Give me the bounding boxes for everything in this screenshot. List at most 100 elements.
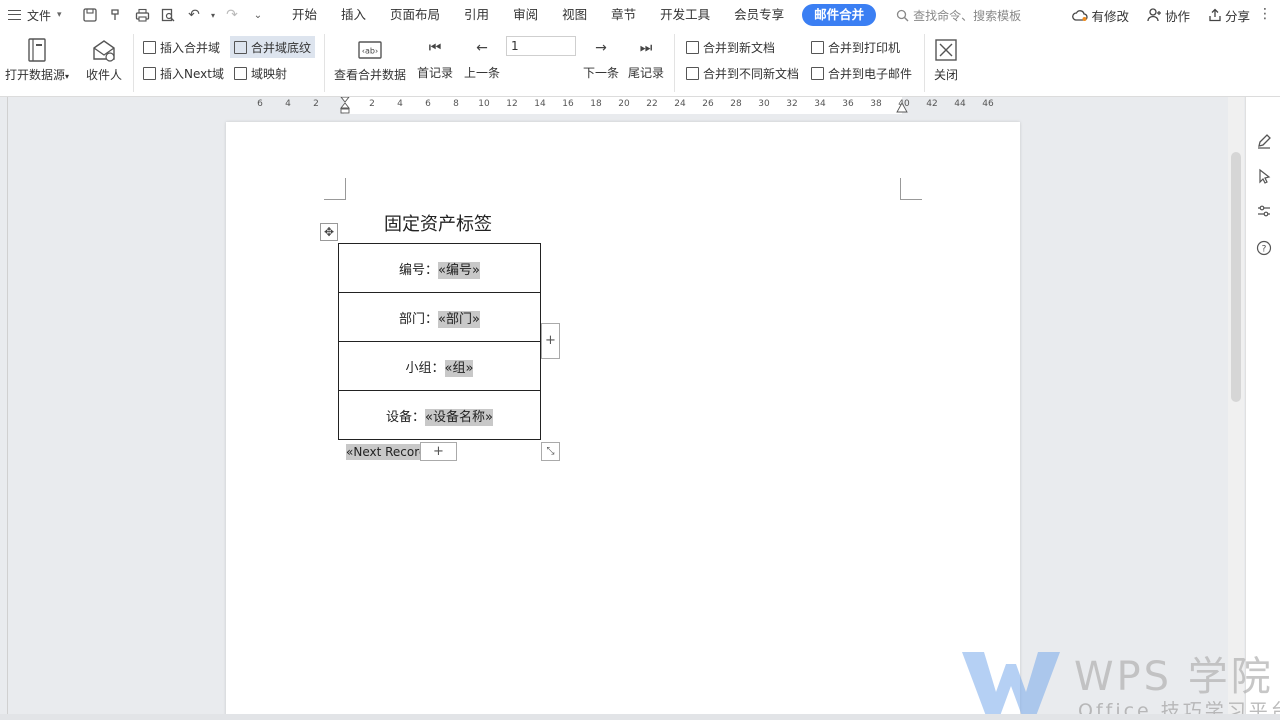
multi-doc-icon xyxy=(686,66,699,80)
record-number-input[interactable]: 1 xyxy=(506,36,576,56)
first-record-label: 首记录 xyxy=(417,66,454,80)
horizontal-ruler[interactable]: 6 4 2 2 4 6 8 10 12 14 16 18 20 22 24 26… xyxy=(226,97,1020,114)
ruler-tick: 18 xyxy=(590,99,602,109)
right-indent-marker[interactable] xyxy=(896,102,908,114)
merge-field-shading-button[interactable]: 合并域底纹 xyxy=(230,36,316,58)
document-page[interactable]: 固定资产标签 ✥ 编号：«编号» 部门：«部门» 小组：«组» 设备：«设备名称… xyxy=(226,122,1020,720)
redo-icon[interactable]: ↷ xyxy=(220,3,244,27)
close-mail-merge-button[interactable]: 关闭 xyxy=(934,36,958,83)
print-icon[interactable] xyxy=(130,3,154,27)
vertical-scrollbar[interactable] xyxy=(1228,97,1244,720)
more-options-icon[interactable]: ⋮ xyxy=(1258,6,1272,22)
customize-toolbar-icon[interactable]: ⌄ xyxy=(246,3,270,27)
merge-to-different-docs-label: 合并到不同新文档 xyxy=(703,66,800,81)
table-row: 小组：«组» xyxy=(338,341,541,391)
add-row-button[interactable]: + xyxy=(420,442,457,461)
margin-corner-top-right xyxy=(900,178,922,200)
table-cell[interactable]: 编号：«编号» xyxy=(338,243,541,293)
last-record-button[interactable]: ⏭ 尾记录 xyxy=(628,38,664,81)
email-icon xyxy=(811,66,824,80)
ruler-tick: 36 xyxy=(842,99,854,109)
revise-button[interactable]: 有修改 xyxy=(1072,6,1129,25)
ruler-tick: 12 xyxy=(506,99,518,109)
format-painter-icon[interactable] xyxy=(104,3,128,27)
previous-record-button[interactable]: ← 上一条 xyxy=(464,38,500,81)
ruler-tick: 20 xyxy=(618,99,630,109)
table-row: 编号：«编号» xyxy=(338,243,541,293)
ruler-tick: 32 xyxy=(786,99,798,109)
next-record-field[interactable]: «Next Record» xyxy=(346,444,426,460)
vertical-ruler[interactable] xyxy=(0,97,8,720)
recipients-label: 收件人 xyxy=(86,68,123,82)
merge-field[interactable]: «设备名称» xyxy=(425,408,493,426)
user-plus-icon xyxy=(1147,8,1161,22)
table-cell[interactable]: 设备：«设备名称» xyxy=(338,390,541,440)
tab-insert[interactable]: 插入 xyxy=(329,0,378,30)
merge-to-printer-label: 合并到打印机 xyxy=(828,40,901,55)
settings-sliders-icon[interactable] xyxy=(1255,203,1273,221)
field-mapping-button[interactable]: 域映射 xyxy=(230,62,291,84)
new-doc-icon xyxy=(686,40,699,54)
recipients-button[interactable]: 收件人 xyxy=(86,36,122,83)
table-row: 部门：«部门» xyxy=(338,292,541,342)
first-line-indent-marker[interactable] xyxy=(340,97,350,114)
share-icon xyxy=(1209,8,1221,22)
cell-label: 部门： xyxy=(399,311,439,327)
ribbon-separator xyxy=(924,34,925,92)
merge-field[interactable]: «编号» xyxy=(438,261,480,279)
command-search[interactable]: 查找命令、搜索模板 xyxy=(896,7,1046,24)
tab-member[interactable]: 会员专享 xyxy=(722,0,796,30)
cell-label: 小组： xyxy=(405,360,445,376)
status-bar-edge xyxy=(0,714,1280,720)
tab-chapter[interactable]: 章节 xyxy=(599,0,648,30)
undo-icon[interactable]: ↶ xyxy=(182,3,206,27)
next-record-button[interactable]: → 下一条 xyxy=(583,38,619,81)
tab-references[interactable]: 引用 xyxy=(452,0,501,30)
undo-dropdown-icon[interactable]: ▾ xyxy=(208,3,218,27)
tab-home[interactable]: 开始 xyxy=(280,0,329,30)
ruler-tick: 46 xyxy=(982,99,994,109)
cursor-icon[interactable] xyxy=(1255,168,1273,186)
merge-to-printer-button[interactable]: 合并到打印机 xyxy=(807,36,904,58)
view-merged-data-label: 查看合并数据 xyxy=(334,68,407,82)
ruler-tick: 22 xyxy=(646,99,658,109)
add-column-button[interactable]: + xyxy=(541,323,560,359)
scrollbar-thumb[interactable] xyxy=(1231,152,1241,402)
print-preview-icon[interactable] xyxy=(156,3,180,27)
ruler-tick: 10 xyxy=(478,99,490,109)
merge-to-different-docs-button[interactable]: 合并到不同新文档 xyxy=(682,62,803,84)
pen-icon[interactable] xyxy=(1255,133,1273,151)
ruler-tick: 42 xyxy=(926,99,938,109)
tab-view[interactable]: 视图 xyxy=(550,0,599,30)
view-merged-data-button[interactable]: ‹ab› 查看合并数据 xyxy=(334,36,406,83)
field-mapping-label: 域映射 xyxy=(251,66,288,81)
file-menu-button[interactable]: 文件 ▾ xyxy=(0,0,78,30)
insert-next-field-button[interactable]: 插入Next域 xyxy=(139,62,228,84)
close-icon xyxy=(935,39,957,61)
first-record-button[interactable]: ⏮ 首记录 xyxy=(417,38,453,81)
tab-developer[interactable]: 开发工具 xyxy=(648,0,722,30)
merge-field[interactable]: «组» xyxy=(444,359,474,377)
save-icon[interactable] xyxy=(78,3,102,27)
share-button[interactable]: 分享 xyxy=(1208,6,1250,25)
asset-label-table[interactable]: 编号：«编号» 部门：«部门» 小组：«组» 设备：«设备名称» xyxy=(338,243,541,440)
help-icon[interactable]: ? xyxy=(1255,240,1273,258)
tab-review[interactable]: 审阅 xyxy=(501,0,550,30)
table-cell[interactable]: 小组：«组» xyxy=(338,341,541,391)
table-resize-icon[interactable]: ⤡ xyxy=(541,442,560,461)
ruler-tick: 34 xyxy=(814,99,826,109)
merge-to-email-button[interactable]: 合并到电子邮件 xyxy=(807,62,916,84)
merge-field[interactable]: «部门» xyxy=(438,310,480,328)
cell-label: 设备： xyxy=(386,409,426,425)
table-move-handle-icon[interactable]: ✥ xyxy=(320,223,338,241)
field-map-icon xyxy=(234,66,247,80)
insert-merge-field-button[interactable]: 插入合并域 xyxy=(139,36,224,58)
collab-button[interactable]: 协作 xyxy=(1147,6,1190,25)
open-data-source-button[interactable]: 打开数据源▾ xyxy=(5,36,69,83)
tab-mail-merge[interactable]: 邮件合并 xyxy=(802,4,877,26)
document-title[interactable]: 固定资产标签 xyxy=(384,210,492,236)
tab-page-layout[interactable]: 页面布局 xyxy=(378,0,452,30)
table-cell[interactable]: 部门：«部门» xyxy=(338,292,541,342)
data-source-icon xyxy=(28,38,46,62)
merge-to-new-doc-button[interactable]: 合并到新文档 xyxy=(682,36,779,58)
